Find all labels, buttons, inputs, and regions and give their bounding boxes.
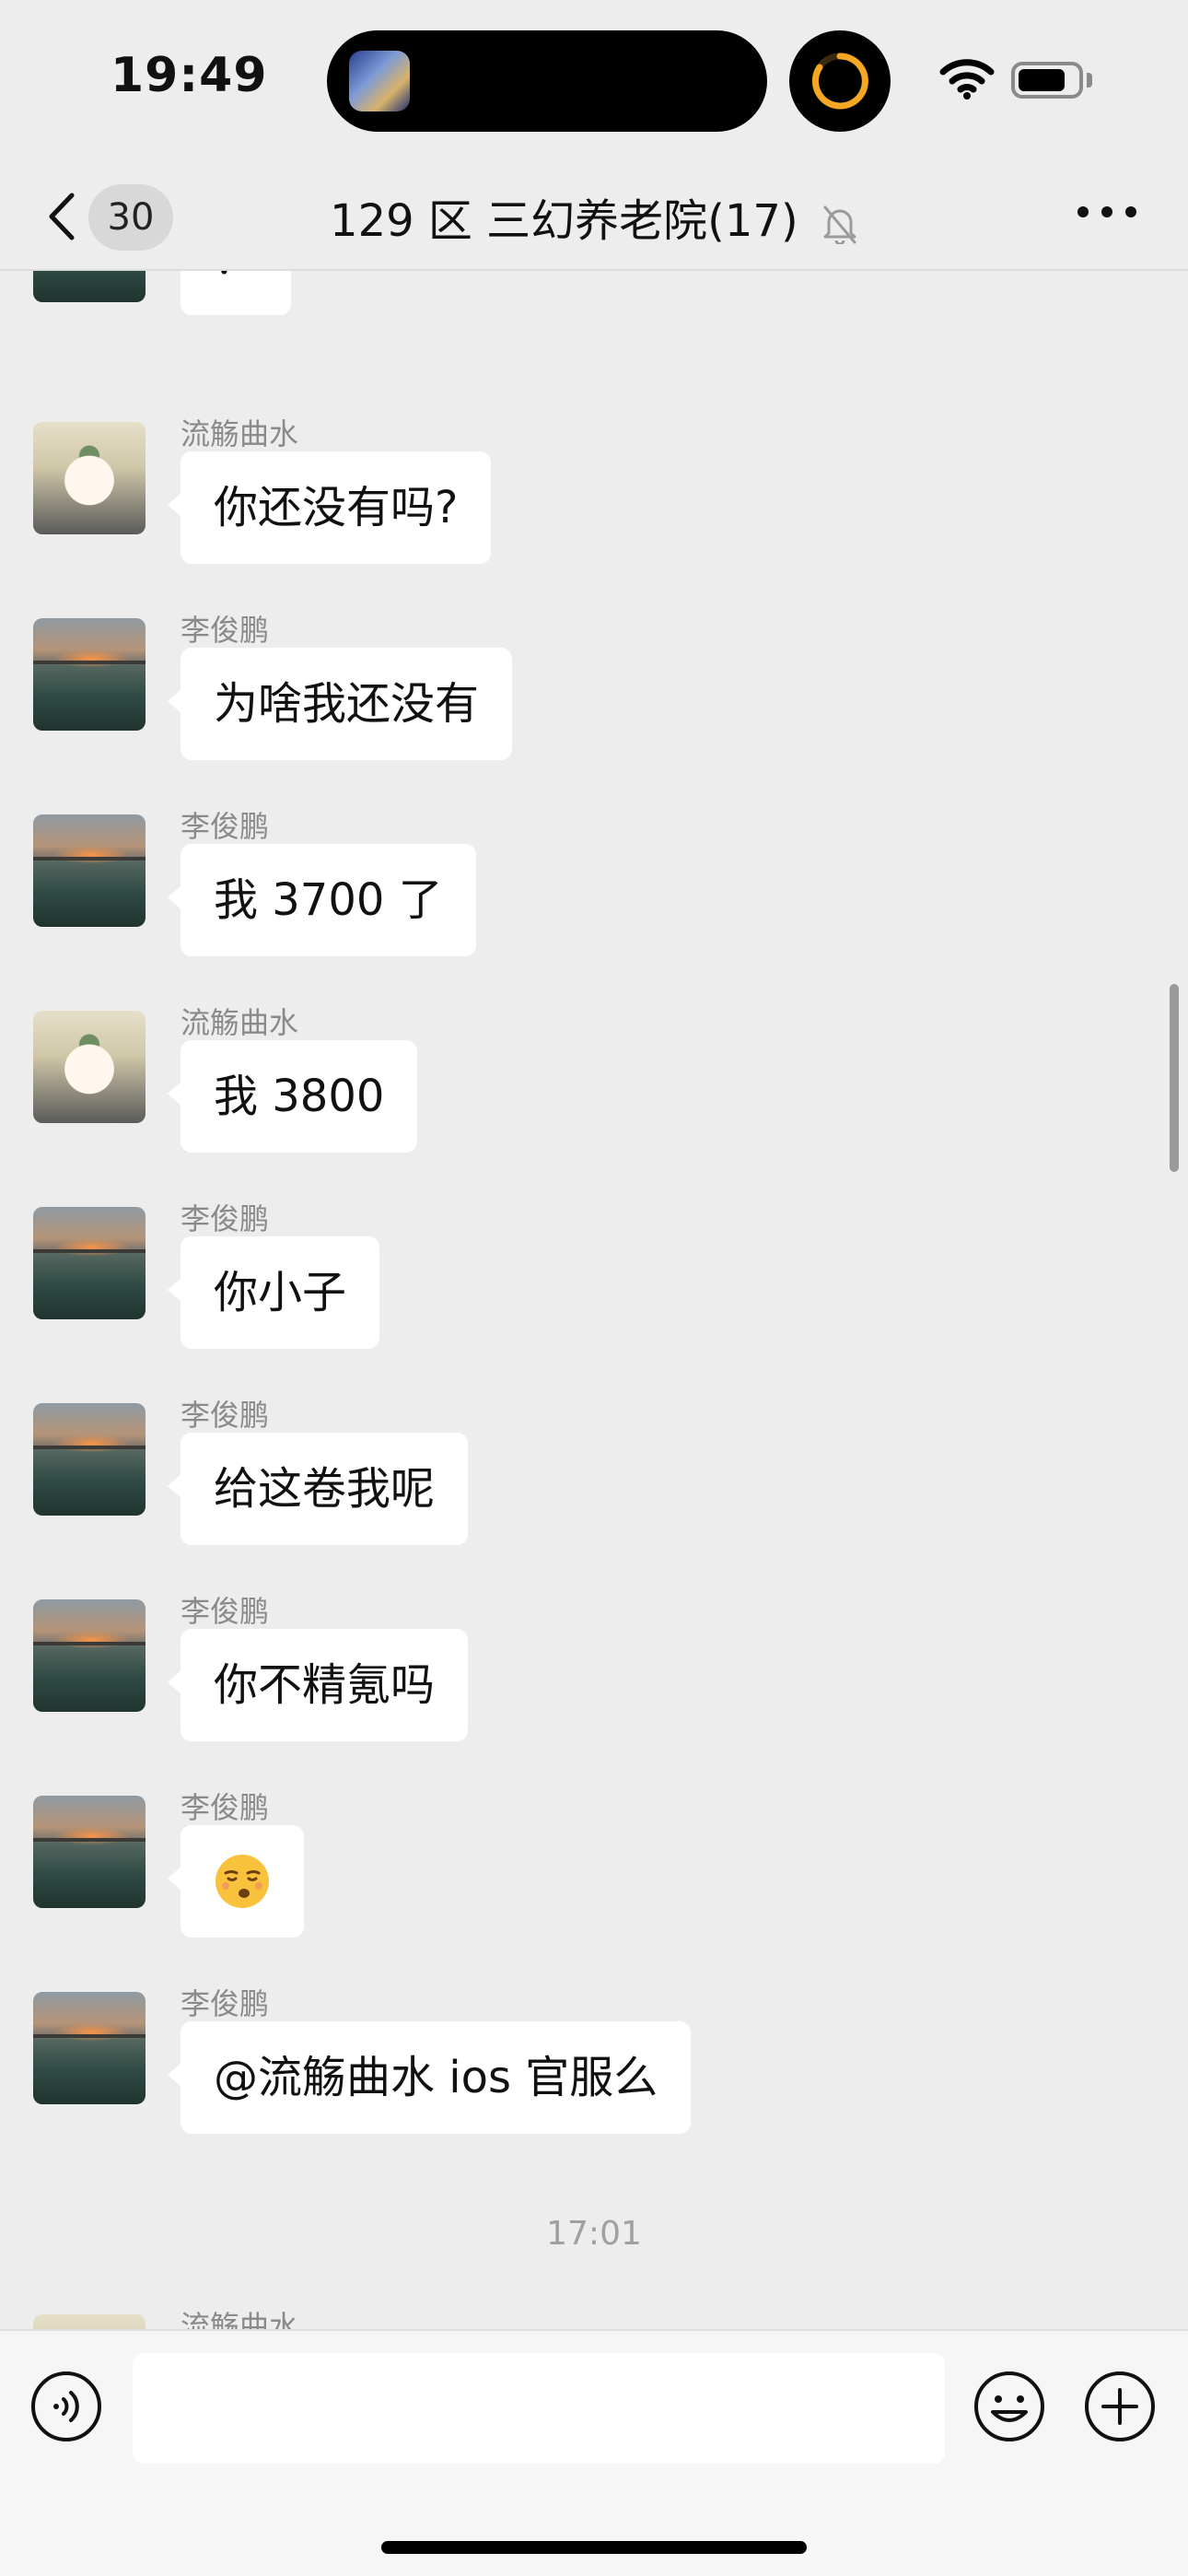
avatar[interactable] (33, 1207, 146, 1319)
message-bubble[interactable]: 我 3700 了 (168, 844, 476, 956)
sender-name: 李俊鹏 (181, 613, 270, 648)
progress-ring-icon[interactable] (789, 30, 891, 132)
status-bar: 19:49 (0, 0, 1188, 157)
sender-name: 李俊鹏 (181, 1594, 270, 1629)
wifi-icon (939, 59, 995, 100)
message-bubble[interactable]: @流觞曲水 ios 官服么 (167, 2021, 692, 2134)
emoji-icon[interactable] (973, 2370, 1046, 2443)
message-bubble[interactable]: 你还没有吗? (167, 451, 492, 564)
message-bubble[interactable]: 你小子 (167, 1236, 380, 1349)
avatar[interactable] (33, 422, 146, 534)
scroll-indicator[interactable] (1170, 984, 1179, 1172)
avatar[interactable] (33, 618, 146, 731)
sender-name: 流觞曲水 (181, 416, 299, 451)
sender-name: 流觞曲水 (181, 2309, 299, 2331)
avatar[interactable] (33, 1796, 146, 1908)
avatar[interactable] (33, 1011, 146, 1123)
message-bubble[interactable]: ？ (181, 271, 292, 315)
sender-name: 李俊鹏 (181, 1790, 270, 1825)
input-bar (0, 2329, 1188, 2576)
avatar[interactable] (33, 814, 146, 927)
mute-bell-icon (823, 205, 856, 244)
home-indicator[interactable] (381, 2541, 807, 2554)
message-bubble[interactable]: 为啥我还没有 (167, 648, 513, 760)
status-time: 19:49 (111, 48, 268, 103)
sender-name: 流觞曲水 (181, 1005, 299, 1040)
message-bubble[interactable]: 给这卷我呢 (167, 1433, 469, 1545)
chat-title[interactable]: 129 区 三幻养老院(17) (330, 195, 798, 247)
message-bubble[interactable]: 我 3800 (167, 1040, 418, 1153)
game-app-icon[interactable] (349, 51, 410, 111)
message-list[interactable]: ？ 流觞曲水 你还没有吗? 李俊鹏 为啥我还没有 李俊鹏 我 3700 了 流觞… (0, 271, 1188, 2331)
voice-icon[interactable] (29, 2370, 103, 2443)
sender-name: 李俊鹏 (181, 1398, 270, 1433)
message-input[interactable] (133, 2353, 945, 2464)
avatar[interactable] (33, 1992, 146, 2104)
avatar[interactable] (33, 271, 146, 302)
plus-icon[interactable] (1083, 2370, 1157, 2443)
dynamic-island[interactable] (327, 30, 767, 132)
more-dots-icon[interactable] (1077, 203, 1142, 225)
battery-cap (1087, 73, 1092, 88)
timestamp: 17:01 (546, 2215, 642, 2253)
battery-icon (1011, 62, 1083, 99)
chat-nav-bar: 30 129 区 三幻养老院(17) (0, 157, 1188, 271)
avatar[interactable] (33, 1599, 146, 1712)
message-bubble[interactable] (168, 1825, 304, 1938)
sender-name: 李俊鹏 (181, 1201, 270, 1236)
chat-title-wrap[interactable]: 129 区 三幻养老院(17) (0, 184, 1188, 249)
message-bubble[interactable]: 你不精氪吗 (167, 1629, 469, 1741)
smirk-face-emoji-icon (215, 1855, 269, 1908)
sender-name: 李俊鹏 (181, 809, 270, 844)
sender-name: 李俊鹏 (181, 1986, 270, 2021)
avatar[interactable] (33, 1403, 146, 1516)
